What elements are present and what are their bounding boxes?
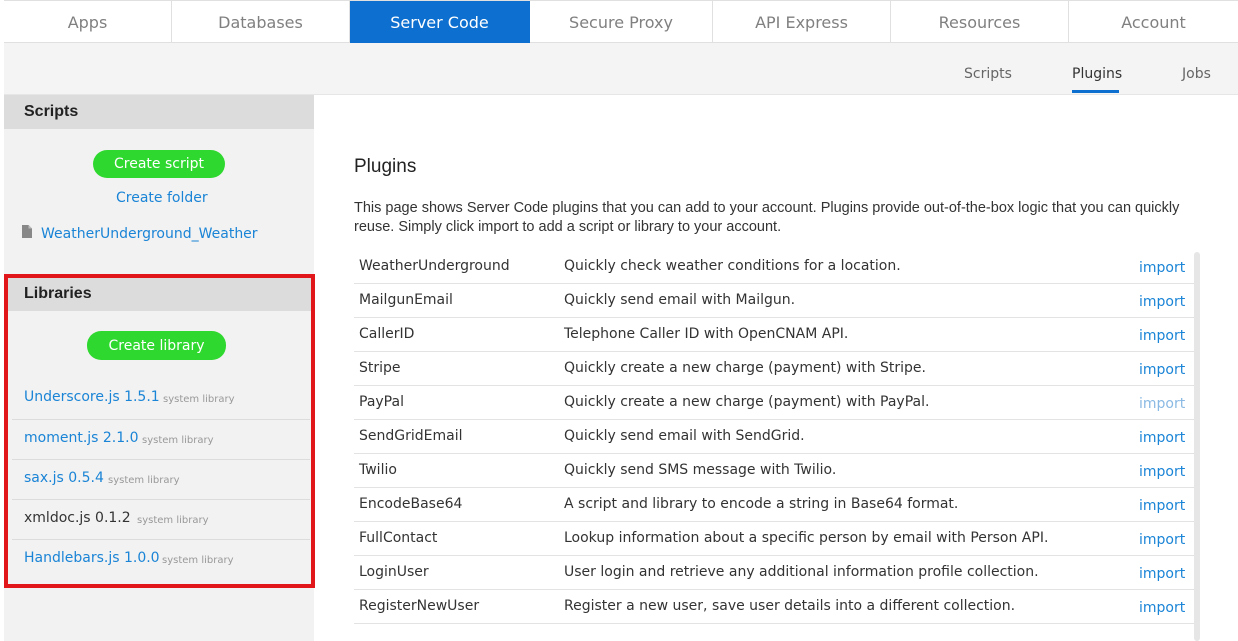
plugin-description: Quickly send email with Mailgun. bbox=[564, 292, 796, 308]
plugin-name: MailgunEmail bbox=[359, 292, 453, 308]
sub-nav bbox=[4, 43, 1238, 95]
plugin-name: EncodeBase64 bbox=[359, 496, 463, 512]
table-row: PayPal Quickly create a new charge (paym… bbox=[354, 386, 1194, 420]
plugins-scrollbar[interactable] bbox=[1194, 252, 1200, 641]
plugin-description: Quickly send SMS message with Twilio. bbox=[564, 462, 837, 478]
plugin-name: RegisterNewUser bbox=[359, 598, 480, 614]
import-link[interactable]: import bbox=[1139, 600, 1185, 616]
import-link[interactable]: import bbox=[1139, 498, 1185, 514]
plugin-name: Stripe bbox=[359, 360, 401, 376]
plugin-name: CallerID bbox=[359, 326, 415, 342]
table-row: LoginUser User login and retrieve any ad… bbox=[354, 556, 1194, 590]
plugin-description: Telephone Caller ID with OpenCNAM API. bbox=[564, 326, 849, 342]
create-folder-link[interactable]: Create folder bbox=[116, 190, 208, 206]
tab-account[interactable]: Account bbox=[1069, 1, 1238, 43]
table-row: WeatherUnderground Quickly check weather… bbox=[354, 250, 1194, 284]
tab-apps[interactable]: Apps bbox=[4, 1, 172, 43]
tab-api-express[interactable]: API Express bbox=[713, 1, 891, 43]
plugin-description: User login and retrieve any additional i… bbox=[564, 564, 1039, 580]
table-row: FullContact Lookup information about a s… bbox=[354, 522, 1194, 556]
plugin-name: FullContact bbox=[359, 530, 438, 546]
import-link[interactable]: import bbox=[1139, 260, 1185, 276]
import-link[interactable]: import bbox=[1139, 362, 1185, 378]
table-row: Stripe Quickly create a new charge (paym… bbox=[354, 352, 1194, 386]
create-script-button[interactable]: Create script bbox=[93, 150, 225, 178]
libraries-highlight-box bbox=[4, 274, 315, 588]
table-row: CallerID Telephone Caller ID with OpenCN… bbox=[354, 318, 1194, 352]
import-link[interactable]: import bbox=[1139, 396, 1185, 412]
import-link[interactable]: import bbox=[1139, 532, 1185, 548]
plugin-description: Lookup information about a specific pers… bbox=[564, 530, 1049, 546]
subtab-jobs[interactable]: Jobs bbox=[1182, 66, 1211, 82]
plugin-description: Quickly check weather conditions for a l… bbox=[564, 258, 901, 274]
import-link[interactable]: import bbox=[1139, 464, 1185, 480]
tab-server-code[interactable]: Server Code bbox=[350, 1, 530, 43]
plugin-description: Quickly send email with SendGrid. bbox=[564, 428, 805, 444]
plugin-description: Register a new user, save user details i… bbox=[564, 598, 1016, 614]
plugin-name: Twilio bbox=[359, 462, 397, 478]
page-title: Plugins bbox=[354, 156, 417, 177]
active-tab-indicator bbox=[1072, 90, 1119, 93]
subtab-scripts[interactable]: Scripts bbox=[964, 66, 1012, 82]
import-link[interactable]: import bbox=[1139, 328, 1185, 344]
plugin-name: LoginUser bbox=[359, 564, 429, 580]
file-icon bbox=[22, 225, 32, 238]
import-link[interactable]: import bbox=[1139, 430, 1185, 446]
plugin-name: WeatherUnderground bbox=[359, 258, 510, 274]
plugin-description: A script and library to encode a string … bbox=[564, 496, 959, 512]
subtab-plugins[interactable]: Plugins bbox=[1072, 66, 1122, 82]
import-link[interactable]: import bbox=[1139, 566, 1185, 582]
table-row: RegisterNewUser Register a new user, sav… bbox=[354, 590, 1194, 624]
script-file-link[interactable]: WeatherUnderground_Weather bbox=[41, 226, 258, 242]
table-row: MailgunEmail Quickly send email with Mai… bbox=[354, 284, 1194, 318]
page-description: This page shows Server Code plugins that… bbox=[354, 200, 1180, 235]
top-nav: Apps Databases Server Code Secure Proxy … bbox=[4, 0, 1238, 43]
plugin-name: SendGridEmail bbox=[359, 428, 463, 444]
plugin-name: PayPal bbox=[359, 394, 404, 410]
table-row: Twilio Quickly send SMS message with Twi… bbox=[354, 454, 1194, 488]
tab-resources[interactable]: Resources bbox=[891, 1, 1069, 43]
plugin-description: Quickly create a new charge (payment) wi… bbox=[564, 394, 930, 410]
table-row: SendGridEmail Quickly send email with Se… bbox=[354, 420, 1194, 454]
plugin-description: Quickly create a new charge (payment) wi… bbox=[564, 360, 926, 376]
tab-secure-proxy[interactable]: Secure Proxy bbox=[530, 1, 713, 43]
import-link[interactable]: import bbox=[1139, 294, 1185, 310]
scripts-heading: Scripts bbox=[4, 95, 314, 129]
tab-databases[interactable]: Databases bbox=[172, 1, 350, 43]
table-row: EncodeBase64 A script and library to enc… bbox=[354, 488, 1194, 522]
